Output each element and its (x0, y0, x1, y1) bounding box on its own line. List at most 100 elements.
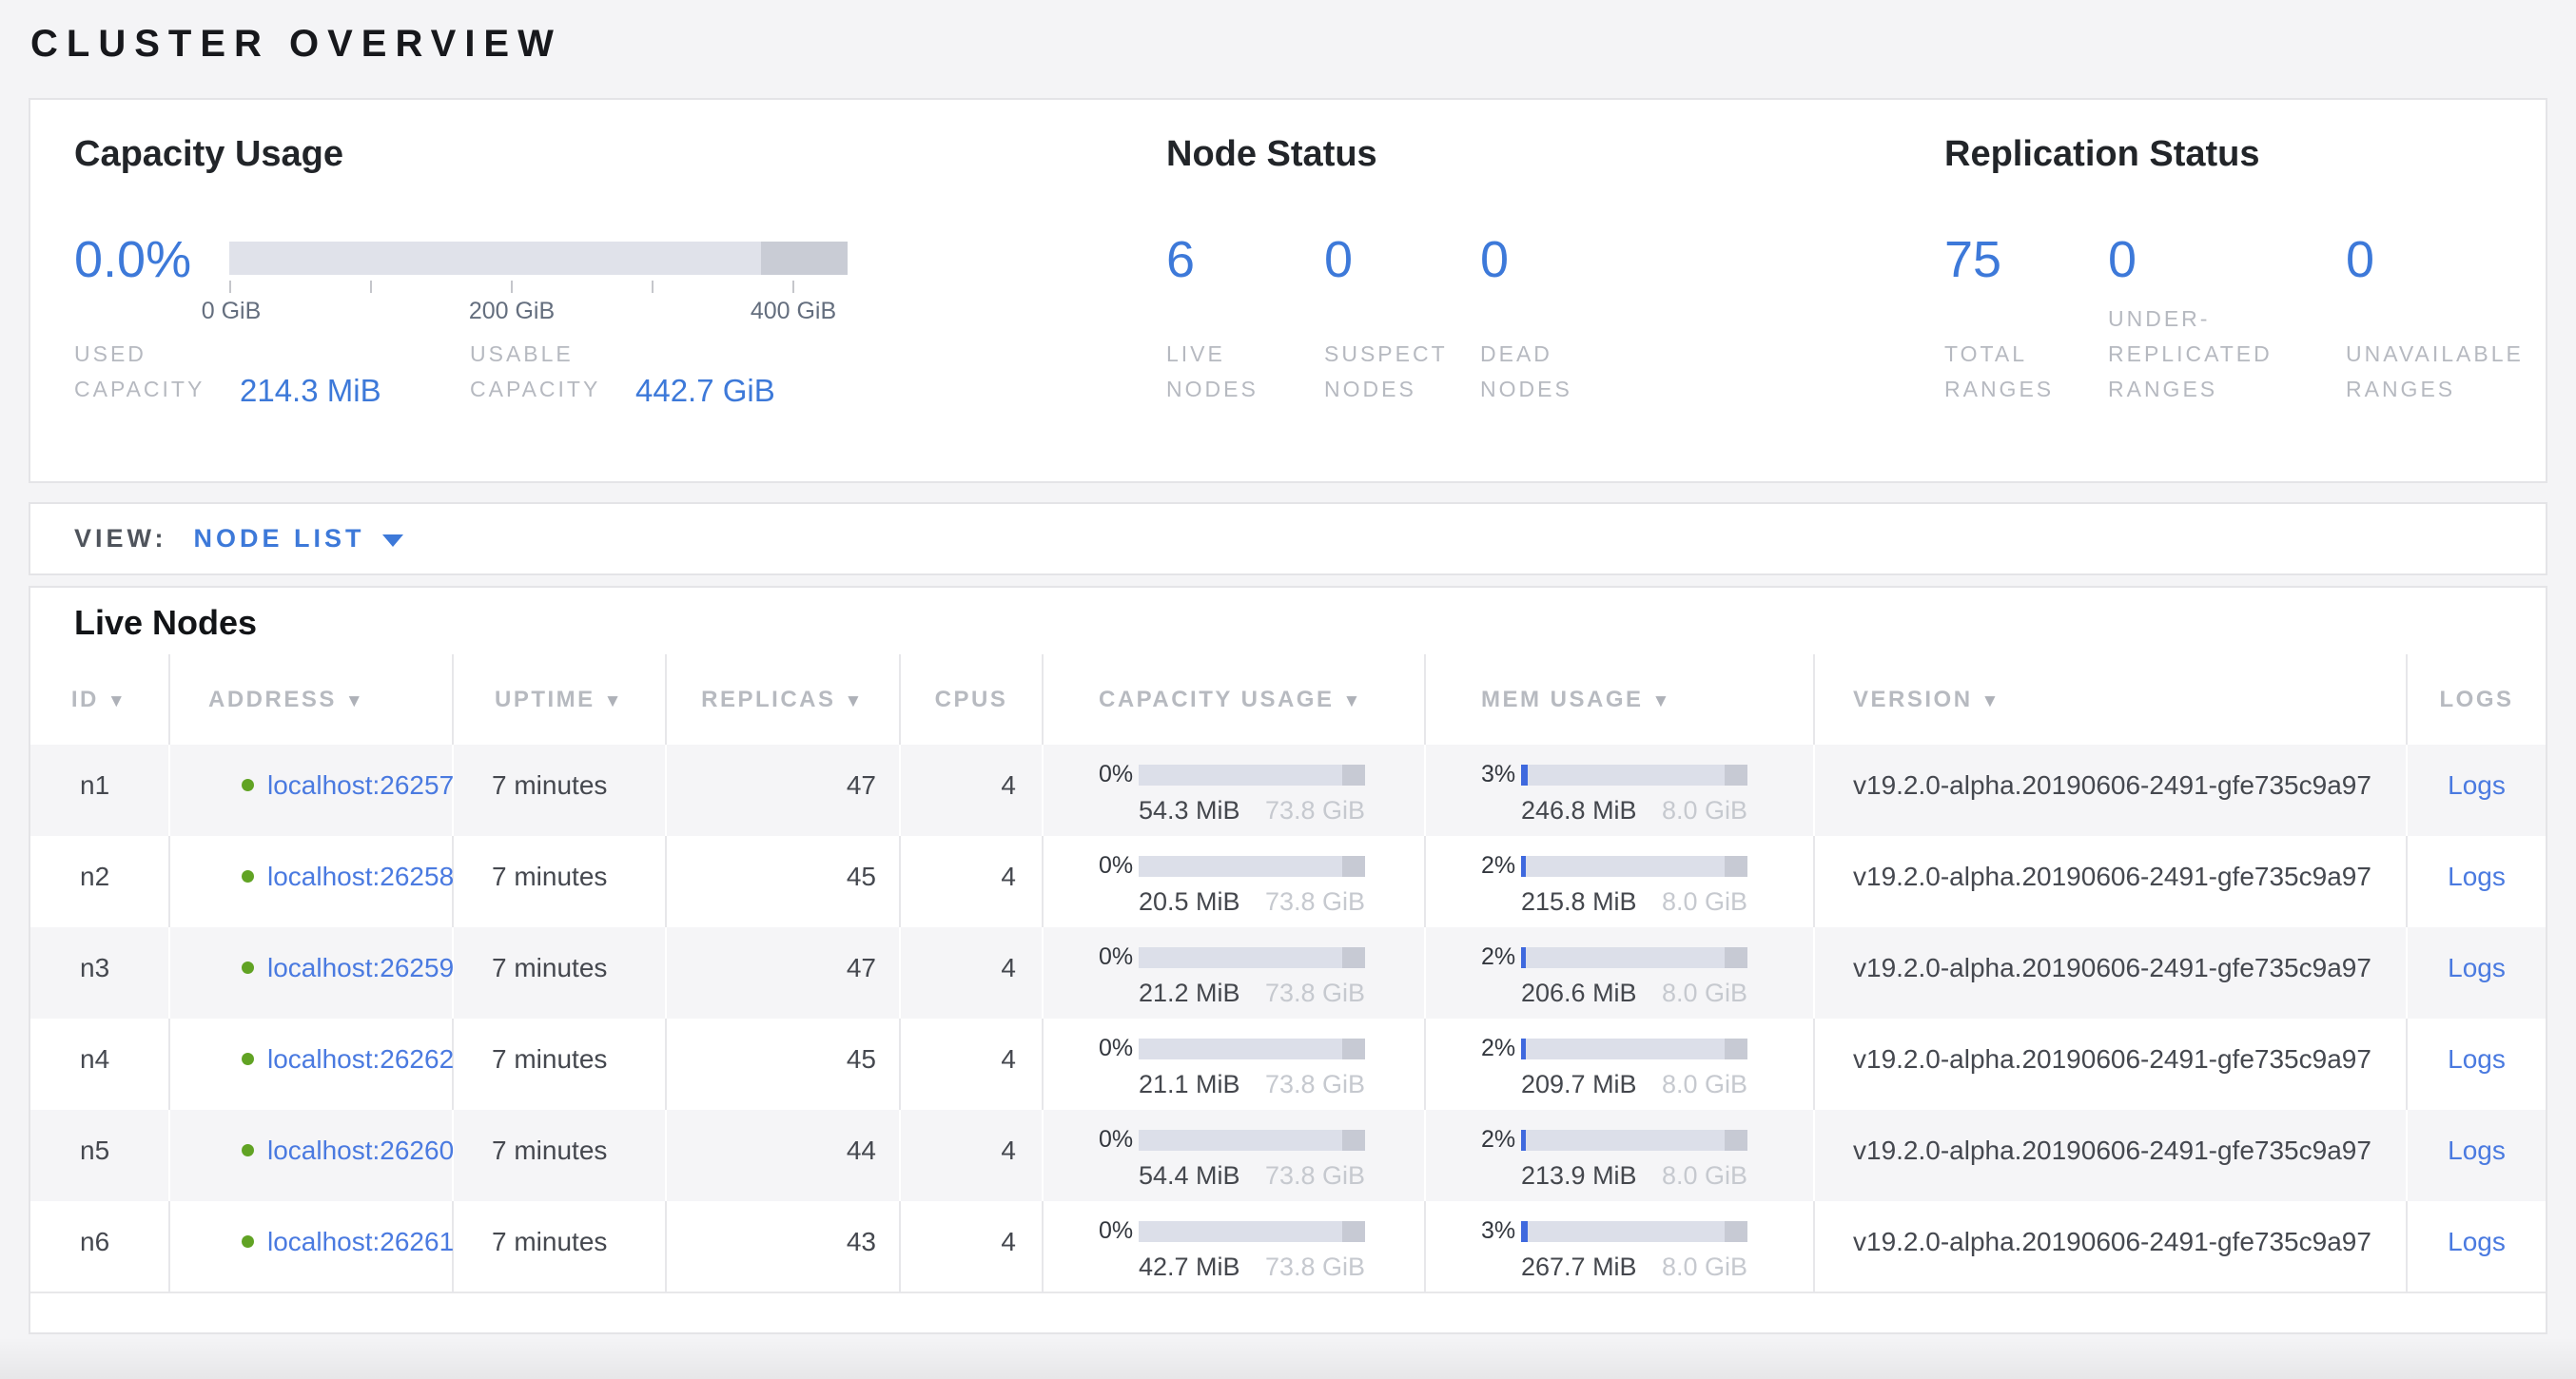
capacity-usage-mini-bar (1139, 947, 1365, 968)
node-address-link[interactable]: localhost:26259 (267, 953, 454, 982)
cell-replicas: 47 (666, 745, 900, 836)
node-address-link[interactable]: localhost:26258 (267, 862, 454, 891)
axis-tick (229, 281, 231, 293)
node-logs-link[interactable]: Logs (2448, 953, 2506, 982)
mem-used-value: 246.8 MiB (1521, 796, 1637, 825)
mem-used-segment (1521, 1130, 1526, 1151)
cell-version: v19.2.0-alpha.20190606-2491-gfe735c9a97 (1814, 1201, 2407, 1292)
mem-used-segment (1521, 856, 1526, 877)
used-capacity-label: USED CAPACITY (74, 337, 207, 407)
capacity-usage-bar (229, 242, 848, 275)
capacity-total-value: 73.8 GiB (1265, 1253, 1365, 1282)
capacity-total-value: 73.8 GiB (1265, 1070, 1365, 1099)
unavailable-ranges-count: 0 (2346, 234, 2374, 285)
cell-logs: Logs (2407, 1019, 2546, 1110)
column-header-mem-usage[interactable]: MEM USAGE▼ (1425, 654, 1814, 745)
view-dropdown[interactable]: NODE LIST (194, 524, 403, 554)
total-ranges-count: 75 (1944, 234, 2001, 285)
live-nodes-count: 6 (1166, 234, 1195, 285)
node-address-link[interactable]: localhost:26261 (267, 1227, 454, 1256)
cell-node-id: n1 (30, 745, 169, 836)
mem-used-value: 206.6 MiB (1521, 979, 1637, 1008)
capacity-bar-reserved-segment (761, 242, 848, 275)
node-live-dot (242, 961, 254, 974)
cluster-overview-page: CLUSTER OVERVIEW Capacity Usage 0.0% 0 G… (0, 0, 2576, 1334)
cell-node-address: localhost:26257 (169, 745, 453, 836)
column-header-address[interactable]: ADDRESS▼ (169, 654, 453, 745)
column-header-id[interactable]: ID▼ (30, 654, 169, 745)
mem-used-segment (1521, 765, 1528, 786)
capacity-percent-label: 0% (1099, 852, 1139, 880)
axis-tick-label: 200 GiB (469, 298, 555, 325)
cell-node-address: localhost:26262 (169, 1019, 453, 1110)
table-row: n4 localhost:26262 7 minutes 45 4 0% 21.… (30, 1019, 2546, 1110)
node-logs-link[interactable]: Logs (2448, 1044, 2506, 1074)
sort-arrow-icon: ▼ (1981, 691, 2001, 711)
column-header-version[interactable]: VERSION▼ (1814, 654, 2407, 745)
node-live-dot (242, 779, 254, 791)
cell-version: v19.2.0-alpha.20190606-2491-gfe735c9a97 (1814, 836, 2407, 927)
mem-usage-mini-bar (1521, 856, 1747, 877)
cell-uptime: 7 minutes (453, 1201, 666, 1292)
cell-replicas: 44 (666, 1110, 900, 1201)
sort-arrow-icon: ▼ (845, 691, 865, 711)
capacity-used-value: 54.3 MiB (1139, 796, 1240, 825)
column-header-logs: LOGS (2407, 654, 2546, 745)
cell-cpus: 4 (900, 1019, 1043, 1110)
capacity-used-value: 21.2 MiB (1139, 979, 1240, 1008)
sort-arrow-icon: ▼ (1652, 691, 1672, 711)
mem-percent-label: 3% (1481, 761, 1521, 788)
column-header-uptime[interactable]: UPTIME▼ (453, 654, 666, 745)
cell-uptime: 7 minutes (453, 1019, 666, 1110)
node-logs-link[interactable]: Logs (2448, 770, 2506, 800)
page-bottom-shadow (0, 1337, 2576, 1379)
replication-status-heading: Replication Status (1944, 134, 2260, 175)
mem-percent-label: 2% (1481, 852, 1521, 880)
mem-reserved-segment (1725, 856, 1747, 877)
cell-uptime: 7 minutes (453, 836, 666, 927)
capacity-total-value: 73.8 GiB (1265, 887, 1365, 917)
page-title: CLUSTER OVERVIEW (30, 23, 2547, 65)
mem-total-value: 8.0 GiB (1662, 796, 1747, 825)
node-logs-link[interactable]: Logs (2448, 1136, 2506, 1165)
mem-total-value: 8.0 GiB (1662, 1253, 1747, 1282)
cell-cpus: 4 (900, 836, 1043, 927)
cell-capacity-usage: 0% 42.7 MiB 73.8 GiB (1043, 1201, 1425, 1292)
cell-logs: Logs (2407, 1201, 2546, 1292)
capacity-total-value: 73.8 GiB (1265, 796, 1365, 825)
axis-tick-label: 0 GiB (202, 298, 262, 325)
node-live-dot (242, 870, 254, 883)
table-row: n3 localhost:26259 7 minutes 47 4 0% 21.… (30, 927, 2546, 1019)
total-ranges-label: TOTAL RANGES (1944, 337, 2054, 407)
cell-replicas: 47 (666, 927, 900, 1019)
capacity-total-value: 73.8 GiB (1265, 979, 1365, 1008)
under-replicated-ranges-count: 0 (2108, 234, 2137, 285)
suspect-nodes-count: 0 (1324, 234, 1353, 285)
cell-logs: Logs (2407, 745, 2546, 836)
node-address-link[interactable]: localhost:26262 (267, 1044, 454, 1074)
mem-used-segment (1521, 1039, 1526, 1059)
column-header-replicas[interactable]: REPLICAS▼ (666, 654, 900, 745)
mem-used-value: 209.7 MiB (1521, 1070, 1637, 1099)
node-address-link[interactable]: localhost:26260 (267, 1136, 454, 1165)
axis-tick (511, 281, 513, 293)
mem-total-value: 8.0 GiB (1662, 979, 1747, 1008)
usable-capacity-stat: USABLE CAPACITY 442.7 GiB (470, 337, 775, 407)
cell-replicas: 45 (666, 1019, 900, 1110)
node-logs-link[interactable]: Logs (2448, 862, 2506, 891)
capacity-used-value: 54.4 MiB (1139, 1161, 1240, 1191)
sort-arrow-icon: ▼ (107, 691, 127, 711)
cell-version: v19.2.0-alpha.20190606-2491-gfe735c9a97 (1814, 1019, 2407, 1110)
column-header-capacity-usage[interactable]: CAPACITY USAGE▼ (1043, 654, 1425, 745)
node-logs-link[interactable]: Logs (2448, 1227, 2506, 1256)
capacity-usage-mini-bar (1139, 1130, 1365, 1151)
table-header-row: ID▼ ADDRESS▼ UPTIME▼ REPLICAS▼ CPUS CAPA… (30, 654, 2546, 745)
node-address-link[interactable]: localhost:26257 (267, 770, 454, 800)
capacity-usage-section: Capacity Usage 0.0% 0 GiB 200 GiB 400 Gi… (74, 100, 1121, 481)
mem-reserved-segment (1725, 1130, 1747, 1151)
used-capacity-value: 214.3 MiB (240, 373, 381, 409)
capacity-percent-label: 0% (1099, 761, 1139, 788)
cell-uptime: 7 minutes (453, 1110, 666, 1201)
sort-arrow-icon: ▼ (604, 691, 624, 711)
under-replicated-ranges-label: UNDER- REPLICATED RANGES (2108, 301, 2273, 407)
